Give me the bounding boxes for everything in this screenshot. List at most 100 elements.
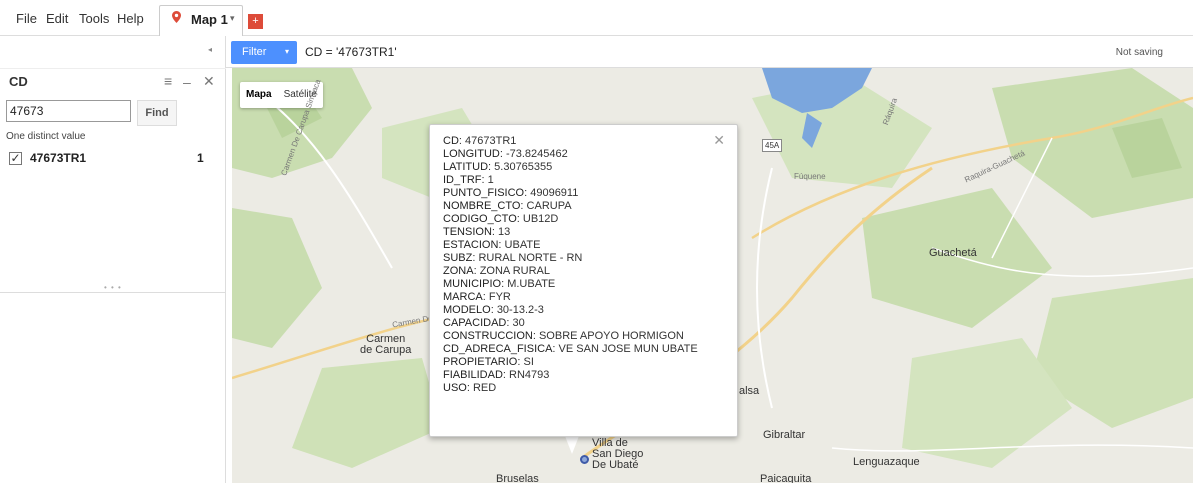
close-icon[interactable]: ✕ [713, 132, 725, 149]
info-field-key: ESTACION [443, 239, 499, 251]
info-window: ✕ CD: 47673TR1 LONGITUD: -73.8245462 LATIT… [429, 124, 738, 437]
filter-bar: Filter ▾ CD = '47673TR1' Not saving [226, 36, 1193, 68]
info-field-key: CD_ADRECA_FISICA [443, 343, 553, 355]
info-field-value: SI [523, 356, 534, 368]
map-label-paicaguita: Paicaguita [760, 473, 812, 483]
info-field-value: CARUPA [526, 200, 572, 212]
info-field-row: CD_ADRECA_FISICA: VE SAN JOSE MUN UBATE [443, 343, 698, 356]
info-field-key: PROPIETARIO [443, 356, 518, 368]
info-window-fields: CD: 47673TR1 LONGITUD: -73.8245462 LATITUD… [443, 135, 698, 395]
info-field-row: MODELO: 30-13.2-3 [443, 304, 698, 317]
info-field-key: TENSION [443, 226, 492, 238]
info-field-value: 30-13.2-3 [496, 304, 544, 316]
info-field-value: 30 [512, 317, 525, 329]
info-field-row: NOMBRE_CTO: CARUPA [443, 200, 698, 213]
info-field-key: MUNICIPIO [443, 278, 502, 290]
info-field-row: FIABILIDAD: RN4793 [443, 369, 698, 382]
info-field-value: ZONA RURAL [479, 265, 550, 277]
info-field-row: SUBZ: RURAL NORTE - RN [443, 252, 698, 265]
info-field-key: NOMBRE_CTO [443, 200, 521, 212]
info-field-row: CAPACIDAD: 30 [443, 317, 698, 330]
map-label-carmen: Carmen de Carupa [360, 333, 412, 356]
map-label-villa: Villa de San Diego De Ubaté [592, 437, 644, 471]
value-count: 1 [197, 151, 204, 165]
chevron-down-icon: ▾ [285, 47, 290, 56]
chevron-down-icon[interactable]: ▾ [230, 13, 235, 24]
find-button[interactable]: Find [137, 100, 177, 126]
info-field-value: 1 [487, 174, 494, 186]
map-type-mapa[interactable]: Mapa [240, 82, 278, 107]
route-shield: 45A [762, 139, 783, 152]
map-marker-icon[interactable] [580, 455, 589, 464]
info-window-pointer [565, 436, 579, 454]
road-label: Fúquene [794, 172, 826, 181]
info-field-row: CODIGO_CTO: UB12D [443, 213, 698, 226]
info-field-row: ZONA: ZONA RURAL [443, 265, 698, 278]
info-field-key: MARCA [443, 291, 483, 303]
info-field-value: SOBRE APOYO HORMIGON [538, 330, 684, 342]
map-label-lenguazaque: Lenguazaque [853, 456, 920, 468]
info-field-row: PUNTO_FISICO: 49096911 [443, 187, 698, 200]
info-field-row: MARCA: FYR [443, 291, 698, 304]
map-pin-icon [172, 11, 181, 26]
save-status: Not saving [1115, 47, 1163, 58]
info-field-row: PROPIETARIO: SI [443, 356, 698, 369]
info-field-key: CODIGO_CTO [443, 213, 517, 225]
info-field-key: LONGITUD [443, 148, 500, 160]
map-label-balsa: alsa [739, 385, 760, 397]
info-field-value: 47673TR1 [465, 135, 517, 147]
menu-file[interactable]: File [16, 11, 37, 26]
info-field-row: USO: RED [443, 382, 698, 395]
info-field-key: LATITUD [443, 161, 489, 173]
value-label: 47673TR1 [30, 151, 87, 165]
info-field-key: FIABILIDAD [443, 369, 503, 381]
menu-help[interactable]: Help [117, 11, 144, 26]
filter-expression: CD = '47673TR1' [305, 45, 397, 59]
info-field-value: M.UBATE [507, 278, 556, 290]
info-field-row: TENSION: 13 [443, 226, 698, 239]
tab-label: Map 1 [191, 12, 228, 27]
map-label-bruselas: Bruselas [496, 473, 539, 483]
info-field-value: -73.8245462 [505, 148, 568, 160]
menu-icon[interactable]: ≡ [164, 73, 172, 89]
filter-panel: ◂ CD ≡ – ✕ Find One distinct value ✓ 476… [0, 36, 226, 483]
map-label-gibraltar: Gibraltar [763, 429, 806, 441]
value-checkbox[interactable]: ✓ [9, 152, 22, 165]
info-field-row: ESTACION: UBATE [443, 239, 698, 252]
info-field-row: LATITUD: 5.30765355 [443, 161, 698, 174]
info-field-value: UBATE [504, 239, 541, 251]
collapse-panel-icon[interactable]: ◂ [208, 45, 212, 54]
filter-button-label: Filter [242, 46, 267, 58]
info-field-value: RED [472, 382, 497, 394]
info-field-row: LONGITUD: -73.8245462 [443, 148, 698, 161]
filter-button[interactable]: Filter ▾ [231, 41, 297, 64]
info-field-value: FYR [488, 291, 511, 303]
menu-bar: File Edit Tools Help Map 1 ▾ + [0, 0, 1193, 37]
info-field-row: ID_TRF: 1 [443, 174, 698, 187]
info-field-value: 49096911 [530, 187, 579, 199]
info-field-key: PUNTO_FISICO [443, 187, 525, 199]
info-field-value: RURAL NORTE - RN [478, 252, 583, 264]
panel-title: CD [9, 74, 28, 89]
info-field-key: CAPACIDAD [443, 317, 507, 329]
menu-edit[interactable]: Edit [46, 11, 68, 26]
info-field-key: CONSTRUCCION [443, 330, 533, 342]
add-tab-button[interactable]: + [248, 14, 263, 29]
search-input[interactable] [6, 100, 131, 122]
info-field-key: ZONA [443, 265, 474, 277]
menu-tools[interactable]: Tools [79, 11, 109, 26]
info-field-value: RN4793 [509, 369, 550, 381]
close-icon[interactable]: ✕ [203, 73, 215, 90]
info-field-key: SUBZ [443, 252, 473, 264]
info-field-value: VE SAN JOSE MUN UBATE [558, 343, 698, 355]
info-field-key: MODELO [443, 304, 491, 316]
divider [0, 68, 226, 69]
tab-map-1[interactable]: Map 1 ▾ [159, 5, 243, 37]
info-field-value: 5.30765355 [494, 161, 553, 173]
info-field-value: UB12D [522, 213, 559, 225]
info-field-key: CD [443, 135, 459, 147]
info-field-key: USO [443, 382, 467, 394]
minimize-icon[interactable]: – [183, 74, 191, 90]
info-field-value: 13 [498, 226, 511, 238]
resize-handle[interactable]: • • • [104, 283, 122, 292]
